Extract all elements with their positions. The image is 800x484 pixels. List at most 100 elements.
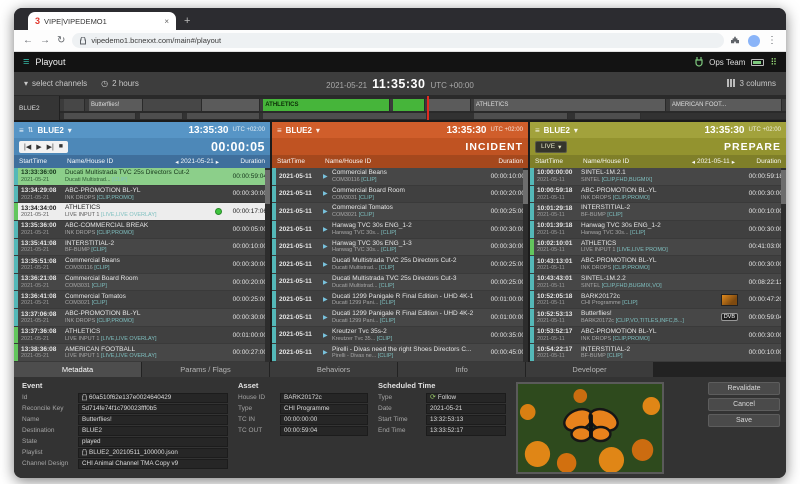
playlist-row[interactable]: 13:36:21:08 2021-05-21 Commercial Board …	[14, 273, 270, 292]
playlist-row[interactable]: 13:35:41:08 2021-05-21 INTERSTITIAL-2 BF…	[14, 238, 270, 257]
field-value[interactable]: 5d714fe74f1c790023fff0b5	[78, 403, 228, 414]
duration-header[interactable]: Duration	[737, 158, 781, 165]
detail-tab[interactable]: Info	[398, 362, 525, 377]
timeline-segment[interactable]	[392, 99, 426, 111]
detail-tab[interactable]: Developer	[526, 362, 653, 377]
column-menu-icon[interactable]: ≡	[535, 126, 540, 135]
chevron-down-icon[interactable]: ▾	[574, 126, 578, 135]
play-item-icon[interactable]: ▶	[323, 314, 332, 321]
user-menu[interactable]: Ops Team	[709, 58, 745, 67]
column-menu-icon[interactable]: ≡	[19, 126, 24, 135]
play-item-icon[interactable]: ▶	[323, 332, 332, 339]
playlist-row[interactable]: 2021-05-11 ▶ Hanwag TVC 30s ENG_1-2 Hanw…	[272, 220, 528, 239]
duration-header[interactable]: Duration	[221, 158, 265, 165]
playlist-row[interactable]: 13:37:36:08 2021-05-21 ATHLETICS LIVE IN…	[14, 326, 270, 345]
scrollbar-thumb[interactable]	[523, 170, 528, 204]
new-tab-button[interactable]: +	[184, 15, 190, 27]
skip-previous-button[interactable]: |◀	[24, 143, 31, 151]
play-item-icon[interactable]: ▶	[323, 226, 332, 233]
revalidate-button[interactable]: Revalidate	[708, 382, 780, 395]
chevron-down-icon[interactable]: ▾	[68, 126, 72, 135]
scrollbar[interactable]	[265, 168, 270, 362]
playlist-row[interactable]: 10:00:59:18 2021-05-11 ABC-PROMOTION BL-…	[530, 185, 786, 204]
playlist-row[interactable]: 13:34:34:00 2021-05-21 ATHLETICS LIVE IN…	[14, 203, 270, 221]
timeline-segment[interactable]: AMERICAN FOOT...	[669, 99, 783, 111]
starttime-header[interactable]: StartTime	[277, 158, 323, 165]
playlist-row[interactable]: 2021-05-11 ▶ Commercial Tomatos COM3021 …	[272, 203, 528, 221]
playlist-row[interactable]: 2021-05-11 ▶ Ducati Multistrada TVC 25s …	[272, 256, 528, 274]
playlist-row[interactable]: 10:00:00:00 2021-05-11 SINTEL-1M.2.1 SIN…	[530, 168, 786, 186]
playlist-row[interactable]: 10:43:43:01 2021-05-11 SINTEL-1M.2.2 SIN…	[530, 273, 786, 292]
time-range-dropdown[interactable]: ◷ 2 hours	[101, 79, 139, 88]
field-value[interactable]: Butterflies!	[78, 414, 228, 425]
play-item-icon[interactable]: ▶	[323, 279, 332, 286]
prev-day-icon[interactable]: ◂	[692, 158, 695, 166]
field-value[interactable]: BLUE2_20210511_100000.json	[78, 447, 228, 458]
app-menu-icon[interactable]: ≡	[23, 56, 29, 68]
field-value[interactable]: 13:32:53:13	[426, 414, 506, 425]
detail-tab[interactable]: Behaviors	[270, 362, 397, 377]
url-bar[interactable]: vipedemo1.bcnexxt.com/main#/playout	[72, 33, 724, 48]
playlist-row[interactable]: 2021-05-11 ▶ Commercial Board Room COM30…	[272, 185, 528, 204]
field-value[interactable]: played	[78, 436, 228, 447]
name-header[interactable]: Name/House ID	[325, 158, 477, 165]
starttime-header[interactable]: StartTime	[19, 158, 65, 165]
live-mode-button[interactable]: LIVE ▾	[535, 140, 568, 153]
name-header[interactable]: Name/House ID	[67, 158, 173, 165]
playlist-row[interactable]: 2021-05-11 ▶ Kreutzer Tvc 35s-2 Kreutzer…	[272, 326, 528, 345]
skip-next-button[interactable]: ▶|	[47, 143, 54, 151]
starttime-header[interactable]: StartTime	[535, 158, 581, 165]
channel-header[interactable]: ≡ BLUE2 ▾ 13:35:30 UTC +02:00	[272, 122, 528, 138]
playlist-row[interactable]: 13:35:36:00 2021-05-21 ABC-COMMERCIAL BR…	[14, 220, 270, 239]
play-item-icon[interactable]: ▶	[323, 190, 332, 197]
browser-menu-icon[interactable]: ⋮	[767, 35, 777, 46]
playlist-row[interactable]: 2021-05-11 ▶ Ducati Multistrada TVC 25s …	[272, 273, 528, 292]
sort-icon[interactable]: ⇅	[28, 126, 34, 134]
scrollbar-thumb[interactable]	[781, 170, 786, 204]
reload-icon[interactable]: ↻	[57, 35, 65, 46]
timeline-segment[interactable]	[143, 99, 202, 111]
back-icon[interactable]: ←	[23, 35, 33, 46]
field-value[interactable]: 60a510f62e137e0024640429	[78, 392, 228, 403]
playlist-row[interactable]: 10:02:10:01 2021-05-11 ATHLETICS LIVE IN…	[530, 238, 786, 257]
field-value[interactable]: 13:33:52:17	[426, 425, 506, 436]
profile-avatar[interactable]	[748, 34, 760, 47]
timeline-channel-label[interactable]: BLUE2	[14, 96, 60, 120]
field-value[interactable]: CHI Animal Channel TMA Copy v9	[78, 458, 228, 469]
detail-tab[interactable]: Metadata	[14, 362, 141, 377]
playlist-row[interactable]: 13:37:06:08 2021-05-21 ABC-PROMOTION BL-…	[14, 309, 270, 327]
playlist-row[interactable]: 10:52:53:13 2021-05-11 Butterflies! BARK…	[530, 309, 786, 327]
duration-header[interactable]: Duration	[479, 158, 523, 165]
field-value[interactable]: 00:00:00:00	[280, 414, 368, 425]
playlist-row[interactable]: 13:33:36:00 2021-05-21 Ducati Multistrad…	[14, 168, 270, 186]
timeline-segment[interactable]	[63, 99, 86, 111]
play-item-icon[interactable]: ▶	[323, 243, 332, 250]
timeline-segment[interactable]	[201, 99, 260, 111]
playlist-row[interactable]: 10:52:05:18 2021-05-11 BARK20172c CHI Pr…	[530, 291, 786, 310]
playlist-row[interactable]: 10:01:39:18 2021-05-11 Hanwag TVC 30s EN…	[530, 220, 786, 239]
playlist-row[interactable]: 2021-05-11 ▶ Ducati 1299 Panigale R Fina…	[272, 291, 528, 310]
play-item-icon[interactable]: ▶	[323, 208, 332, 215]
status-dots-icon[interactable]: ⠿	[770, 57, 777, 68]
play-item-icon[interactable]: ▶	[323, 173, 332, 180]
select-channels-dropdown[interactable]: ▾ select channels	[24, 79, 87, 88]
forward-icon[interactable]: →	[40, 35, 50, 46]
field-value[interactable]: BARK20172c	[280, 392, 368, 403]
timeline-segment[interactable]: ATHLETICS	[263, 99, 391, 111]
extensions-icon[interactable]	[731, 36, 741, 46]
playlist-row[interactable]: 10:01:29:18 2021-05-11 INTERSTITIAL-2 BF…	[530, 203, 786, 221]
columns-dropdown[interactable]: 3 columns	[726, 78, 776, 89]
next-day-icon[interactable]: ▸	[732, 158, 735, 166]
cancel-button[interactable]: Cancel	[708, 398, 780, 411]
channel-header[interactable]: ≡ ⇅ BLUE2 ▾ 13:35:30 UTC +02:00	[14, 122, 270, 138]
browser-tab[interactable]: 3 VIPE|VIPEDEMO1 ×	[28, 12, 176, 30]
column-menu-icon[interactable]: ≡	[277, 126, 282, 135]
name-header[interactable]: Name/House ID	[583, 158, 690, 165]
field-value[interactable]: ⟳ Follow	[426, 392, 506, 403]
field-value[interactable]: CHI Programme	[280, 403, 368, 414]
scrollbar[interactable]	[523, 168, 528, 362]
tab-close-icon[interactable]: ×	[164, 17, 169, 26]
playlist-row[interactable]: 2021-05-11 ▶ Pirelli - Divas need the ri…	[272, 344, 528, 363]
save-button[interactable]: Save	[708, 414, 780, 427]
timeline-segment[interactable]: ATHLETICS	[473, 99, 667, 111]
